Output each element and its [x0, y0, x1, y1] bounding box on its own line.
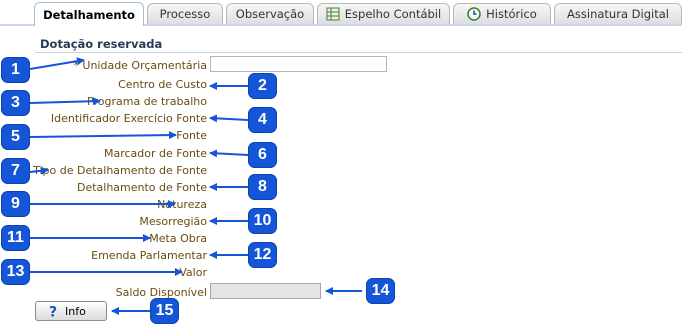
callout-badge-11: 11 [1, 225, 30, 251]
callout-badge-4: 4 [248, 107, 277, 133]
tab-label: Detalhamento [43, 7, 135, 22]
annotation-arrows [29, 57, 362, 315]
callout-badge-10: 10 [248, 208, 277, 234]
callout-badge-6: 6 [248, 142, 277, 168]
callout-badge-8: 8 [248, 174, 277, 200]
tab-detalhamento[interactable]: Detalhamento [34, 2, 144, 26]
callout-badge-15: 15 [150, 298, 179, 324]
callout-badge-9: 9 [1, 191, 30, 217]
callout-badge-14: 14 [366, 278, 395, 304]
callout-badge-12: 12 [248, 242, 277, 268]
arrow-4 [209, 114, 249, 123]
arrow-6 [209, 149, 249, 158]
arrow-7 [29, 166, 49, 175]
callout-badge-7: 7 [1, 158, 30, 184]
arrow-3 [29, 97, 101, 106]
callout-badge-5: 5 [1, 124, 30, 150]
arrow-1 [29, 57, 85, 70]
callout-badge-3: 3 [1, 90, 30, 116]
arrow-5 [29, 131, 177, 140]
callout-badge-2: 2 [248, 73, 277, 99]
callout-badge-13: 13 [1, 259, 30, 285]
callout-badge-1: 1 [1, 57, 30, 83]
